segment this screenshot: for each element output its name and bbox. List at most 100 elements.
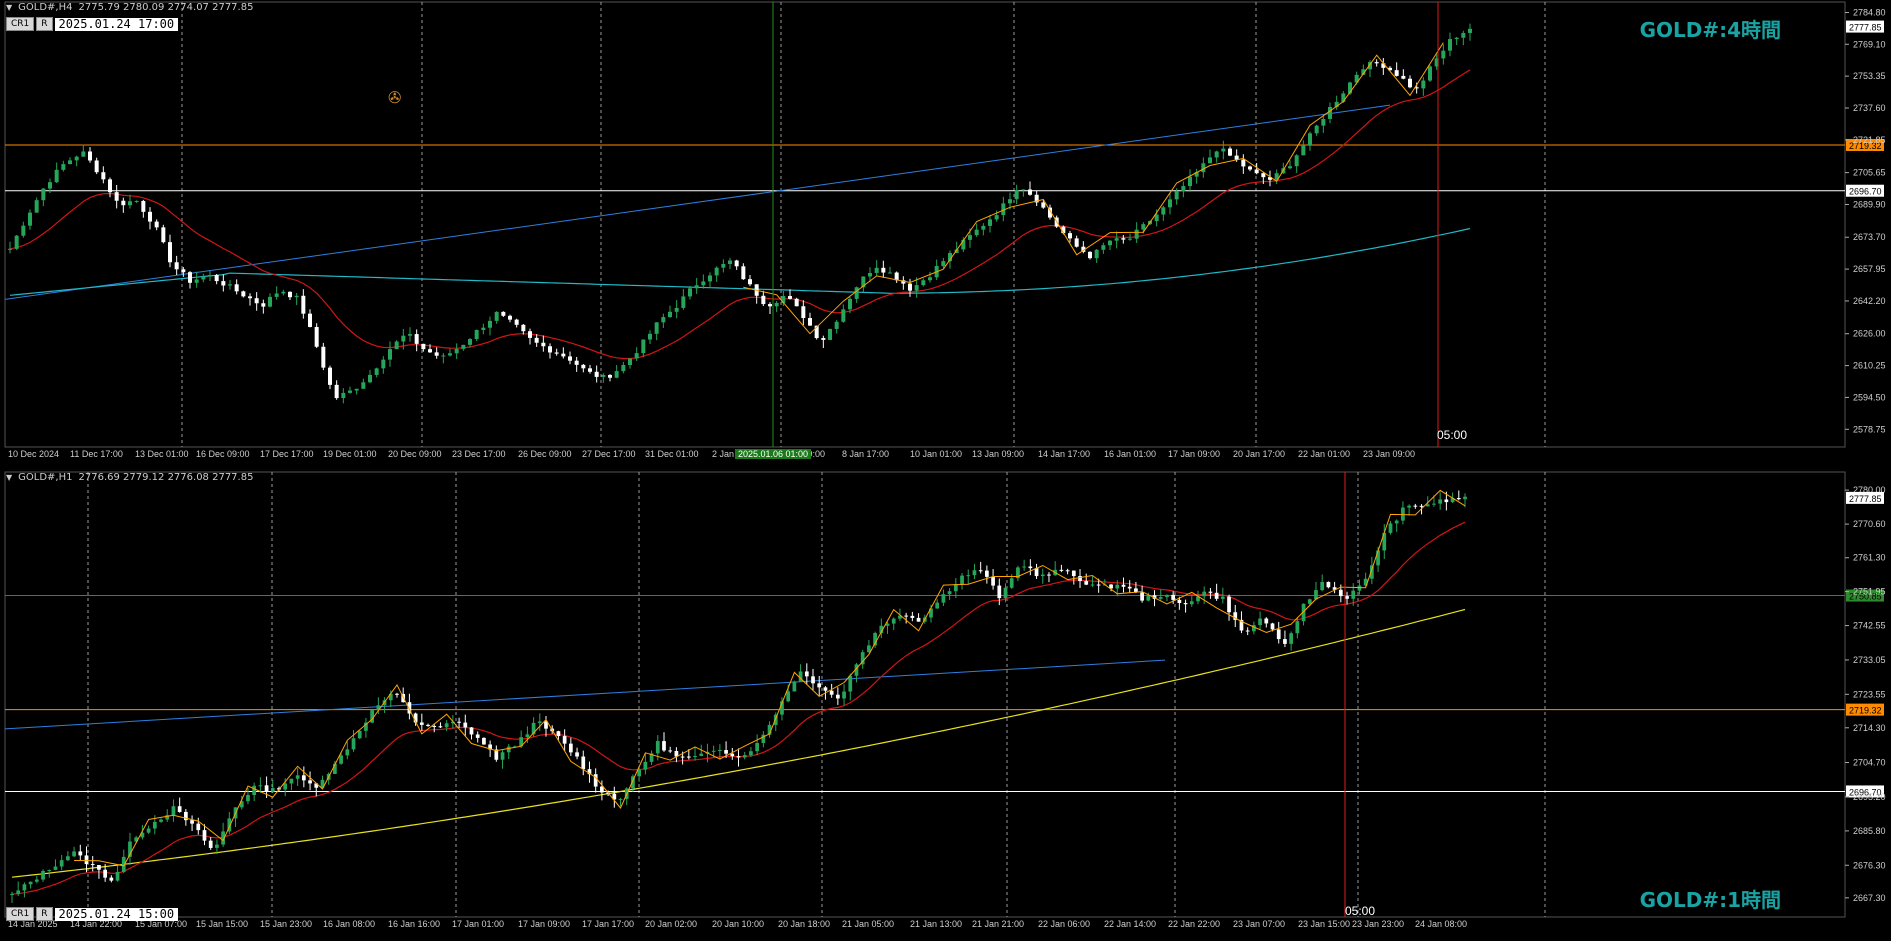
h4-chart-canvas[interactable]: 2719.322696.702784.802769.102753.352737.… bbox=[0, 0, 1891, 470]
cr1-tag[interactable]: CR1 bbox=[6, 907, 35, 921]
candle-body bbox=[88, 151, 92, 161]
candle-body bbox=[1065, 570, 1070, 572]
candle-body bbox=[434, 352, 439, 356]
x-tick-label: 23 Jan 09:00 bbox=[1363, 449, 1415, 459]
candle-body bbox=[1084, 581, 1089, 585]
h1-watermark: GOLD#:1時間 bbox=[1639, 888, 1781, 912]
x-tick-label: 19 Dec 01:00 bbox=[323, 449, 377, 459]
y-tick-label: 2784.80 bbox=[1853, 8, 1886, 18]
candle-body bbox=[1394, 520, 1399, 524]
x-tick-label: 17 Jan 09:00 bbox=[1168, 449, 1220, 459]
candle-body bbox=[991, 576, 995, 586]
candle-body bbox=[708, 275, 712, 282]
candle-body bbox=[428, 349, 432, 353]
candle-body bbox=[394, 341, 399, 350]
candle-body bbox=[506, 746, 511, 753]
candle-body bbox=[588, 368, 592, 372]
candle-body bbox=[341, 392, 346, 399]
y-tick-label: 2704.70 bbox=[1853, 758, 1886, 768]
candle-body bbox=[794, 298, 799, 307]
candle-body bbox=[755, 742, 759, 752]
x-tick-label: 17 Jan 09:00 bbox=[518, 919, 570, 929]
candle-body bbox=[146, 828, 151, 833]
current-price-label: 2777.85 bbox=[1849, 23, 1882, 33]
candle-body bbox=[1114, 238, 1119, 241]
candle-body bbox=[1314, 590, 1318, 600]
collapse-triangle-icon[interactable]: ▼ bbox=[6, 3, 12, 12]
candle-body bbox=[357, 730, 362, 739]
x-tick-label: 15 Jan 15:00 bbox=[196, 919, 248, 929]
candle-body bbox=[1295, 621, 1300, 634]
candle-body bbox=[1174, 191, 1179, 200]
candle-body bbox=[295, 775, 300, 779]
candle-body bbox=[1009, 578, 1014, 588]
y-tick-label: 2657.95 bbox=[1853, 264, 1886, 274]
candle-body bbox=[1283, 639, 1287, 644]
candle-body bbox=[714, 267, 719, 276]
candle-body bbox=[711, 750, 716, 752]
y-tick-label: 2770.60 bbox=[1853, 519, 1886, 529]
candle-body bbox=[1090, 584, 1095, 586]
y-tick-label: 2642.20 bbox=[1853, 296, 1886, 306]
candle-body bbox=[221, 281, 226, 286]
candle-body bbox=[208, 274, 212, 277]
y-tick-label: 2769.10 bbox=[1853, 39, 1886, 49]
x-tick-label: 20 Jan 02:00 bbox=[645, 919, 697, 929]
candle-body bbox=[328, 367, 332, 385]
candle-body bbox=[1289, 633, 1293, 644]
y-tick-label: 2695.20 bbox=[1853, 792, 1886, 802]
candle-body bbox=[774, 302, 779, 307]
candle-body bbox=[792, 681, 797, 692]
zigzag-indicator bbox=[743, 42, 1444, 335]
x-tick-label: 20 Jan 10:00 bbox=[712, 919, 764, 929]
collapse-triangle-icon[interactable]: ▼ bbox=[6, 473, 12, 482]
r-tag[interactable]: R bbox=[36, 17, 53, 31]
candle-body bbox=[1248, 166, 1252, 170]
cr1-tag[interactable]: CR1 bbox=[6, 17, 35, 31]
candle-body bbox=[289, 778, 294, 784]
candle-body bbox=[988, 219, 992, 226]
candle-body bbox=[655, 741, 660, 754]
candle-body bbox=[109, 877, 114, 881]
candle-body bbox=[941, 261, 946, 267]
x-tick-label: 20 Dec 09:00 bbox=[388, 449, 442, 459]
y-tick-label: 2676.30 bbox=[1853, 860, 1886, 870]
candle-body bbox=[1468, 28, 1472, 33]
h1-chart-canvas[interactable]: 2750.852719.322696.702780.002770.602761.… bbox=[0, 470, 1891, 941]
h1-chart-panel[interactable]: 2750.85 2719.32 2696.70 2780.00 2770.60 2761.… bbox=[0, 470, 1891, 941]
candle-body bbox=[432, 725, 437, 727]
candle-body bbox=[1419, 505, 1424, 507]
satellite-icon: ✇ bbox=[388, 88, 402, 107]
candle-body bbox=[910, 615, 915, 618]
candle-body bbox=[482, 737, 486, 745]
candle-body bbox=[248, 296, 252, 299]
candle-body bbox=[537, 721, 542, 723]
h4-chart-panel[interactable]: 2719.32 2696.70 2784.80 2769.10 2753.35 2737.… bbox=[0, 0, 1891, 470]
candle-body bbox=[177, 806, 182, 812]
x-tick-label: 10 Jan 01:00 bbox=[910, 449, 962, 459]
candle-body bbox=[1208, 591, 1213, 593]
candle-body bbox=[1003, 587, 1008, 599]
x-tick-label: 14 Jan 17:00 bbox=[1038, 449, 1090, 459]
candle-body bbox=[283, 783, 288, 790]
candle-body bbox=[301, 775, 306, 781]
candle-body bbox=[41, 870, 45, 880]
candle-body bbox=[134, 200, 139, 202]
r-tag[interactable]: R bbox=[36, 907, 53, 921]
candle-body bbox=[61, 164, 66, 170]
candle-body bbox=[821, 338, 826, 340]
candle-body bbox=[1059, 569, 1064, 571]
y-tick-label: 2751.95 bbox=[1853, 587, 1886, 597]
x-tick-label: 20 Jan 17:00 bbox=[1233, 449, 1285, 459]
candle-body bbox=[728, 260, 732, 265]
x-tick-label: 21 Jan 05:00 bbox=[842, 919, 894, 929]
candle-body bbox=[661, 317, 666, 323]
candle-body bbox=[842, 691, 846, 699]
candle-body bbox=[1101, 245, 1106, 250]
candle-body bbox=[868, 272, 872, 277]
candle-body bbox=[47, 869, 52, 871]
candle-body bbox=[848, 298, 852, 310]
candle-body bbox=[1428, 66, 1432, 81]
candle-body bbox=[388, 349, 392, 360]
candle-body bbox=[528, 331, 532, 338]
